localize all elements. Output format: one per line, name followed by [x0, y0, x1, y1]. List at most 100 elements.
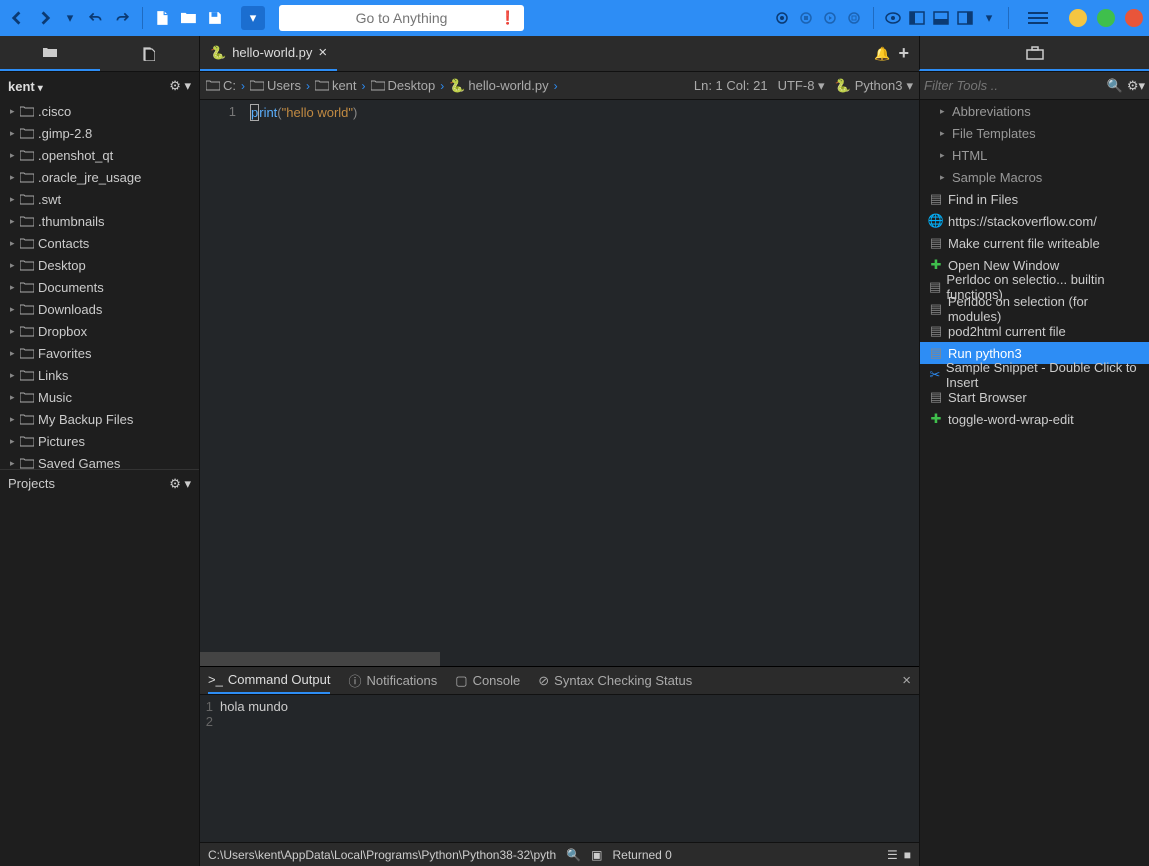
tree-folder[interactable]: ▸Saved Games [0, 452, 199, 469]
tree-folder[interactable]: ▸My Backup Files [0, 408, 199, 430]
tool-group[interactable]: ▸File Templates [920, 122, 1149, 144]
tree-folder[interactable]: ▸Music [0, 386, 199, 408]
tree-folder[interactable]: ▸Favorites [0, 342, 199, 364]
toggle-right-pane-button[interactable] [954, 7, 976, 29]
search-icon[interactable]: 🔍 [1107, 78, 1123, 94]
minimize-window-button[interactable] [1069, 9, 1087, 27]
tab-icon: >_ [208, 672, 223, 687]
close-bottom-panel-button[interactable]: × [902, 672, 911, 689]
close-window-button[interactable] [1125, 9, 1143, 27]
places-tab[interactable] [0, 36, 100, 71]
bottom-panel: >_Command Output ⓘNotifications ▢Console ⊘S… [200, 666, 919, 866]
bottom-tab-syntax-checking-status[interactable]: ⊘Syntax Checking Status [538, 667, 692, 694]
encoding-selector[interactable]: UTF-8 ▾ [778, 78, 825, 94]
stop-macro-button[interactable] [795, 7, 817, 29]
chevron-right-icon: › [554, 79, 558, 93]
language-selector[interactable]: 🐍 Python3 ▾ [835, 78, 913, 94]
folder-icon: 🐍 [449, 78, 465, 94]
places-settings-button[interactable]: ⚙ ▾ [169, 78, 191, 94]
bottom-tab-command-output[interactable]: >_Command Output [208, 667, 330, 694]
tool-item[interactable]: ▤Find in Files [920, 188, 1149, 210]
code-content[interactable]: print("hello world") [244, 100, 919, 666]
chevron-right-icon: › [241, 79, 245, 93]
breadcrumb-segment[interactable]: C: [206, 78, 236, 93]
tree-folder[interactable]: ▸.thumbnails [0, 210, 199, 232]
toggle-bottom-pane-button[interactable] [930, 7, 952, 29]
tool-group[interactable]: ▸Sample Macros [920, 166, 1149, 188]
breadcrumb-segment[interactable]: Desktop [371, 78, 436, 93]
tool-item[interactable]: 🌐https://stackoverflow.com/ [920, 210, 1149, 232]
search-output-icon[interactable]: 🔍 [566, 848, 581, 862]
new-file-button[interactable] [151, 6, 175, 30]
tool-item[interactable]: ✚toggle-word-wrap-edit [920, 408, 1149, 430]
undo-button[interactable] [84, 6, 108, 30]
close-tab-button[interactable]: × [318, 44, 327, 61]
toolbar-dropdown[interactable]: ▾ [241, 6, 265, 30]
terminal-icon[interactable]: ▣ [591, 848, 602, 862]
chevron-right-icon: › [440, 79, 444, 93]
breadcrumb-segment[interactable]: 🐍 hello-world.py [449, 78, 548, 94]
tool-group[interactable]: ▸Abbreviations [920, 100, 1149, 122]
tool-group[interactable]: ▸HTML [920, 144, 1149, 166]
breadcrumb-segment[interactable]: Users [250, 78, 301, 93]
goto-anything-input[interactable] [287, 10, 516, 26]
tree-folder[interactable]: ▸.swt [0, 188, 199, 210]
tree-folder[interactable]: ▸Downloads [0, 298, 199, 320]
code-editor[interactable]: 1 print("hello world") [200, 100, 919, 666]
redo-button[interactable] [110, 6, 134, 30]
bottom-tab-console[interactable]: ▢Console [455, 667, 520, 694]
tab-filename: hello-world.py [232, 45, 312, 60]
tree-folder[interactable]: ▸Links [0, 364, 199, 386]
tool-item[interactable]: ✂Sample Snippet - Double Click to Insert [920, 364, 1149, 386]
open-file-button[interactable] [177, 6, 201, 30]
places-user-dropdown[interactable]: kent [8, 79, 43, 94]
toolbox-tab[interactable] [919, 36, 1149, 71]
tree-folder[interactable]: ▸.openshot_qt [0, 144, 199, 166]
breadcrumb-segment[interactable]: kent [315, 78, 357, 93]
tool-item[interactable]: ▤Perldoc on selection (for modules) [920, 298, 1149, 320]
bottom-tab-notifications[interactable]: ⓘNotifications [348, 667, 437, 694]
alert-icon: ❗ [500, 10, 516, 26]
editor-tab-hello-world[interactable]: 🐍 hello-world.py × [200, 36, 337, 71]
doc-icon: ▤ [928, 345, 944, 361]
tree-folder[interactable]: ▸Contacts [0, 232, 199, 254]
main-menu-button[interactable] [1023, 6, 1053, 30]
goto-anything-search[interactable]: ❗ [279, 5, 524, 31]
projects-settings-button[interactable]: ⚙ ▾ [169, 476, 191, 492]
tree-folder[interactable]: ▸Dropbox [0, 320, 199, 342]
folder-icon [315, 80, 329, 91]
toggle-left-pane-button[interactable] [906, 7, 928, 29]
horizontal-scrollbar[interactable] [200, 652, 440, 666]
pane-options-dropdown[interactable]: ▾ [978, 7, 1000, 29]
tree-folder[interactable]: ▸Documents [0, 276, 199, 298]
tree-folder[interactable]: ▸Pictures [0, 430, 199, 452]
toolbox-filter-input[interactable] [924, 78, 1107, 93]
recent-dropdown[interactable]: ▾ [58, 6, 82, 30]
command-output-body[interactable]: 12 hola mundo [200, 695, 919, 842]
breadcrumb[interactable]: C:› Users› kent› Desktop›🐍 hello-world.p… [206, 78, 561, 94]
files-tab[interactable] [100, 36, 200, 71]
output-toggle-icon[interactable]: ■ [904, 848, 911, 862]
back-button[interactable] [6, 6, 30, 30]
file-tree[interactable]: ▸.cisco▸.gimp-2.8▸.openshot_qt▸.oracle_j… [0, 100, 199, 469]
tree-folder[interactable]: ▸.gimp-2.8 [0, 122, 199, 144]
tab-icon: ⊘ [538, 673, 549, 689]
play-macro-button[interactable] [819, 7, 841, 29]
tree-folder[interactable]: ▸Desktop [0, 254, 199, 276]
new-tab-button[interactable]: + [898, 43, 909, 64]
toolbox-list[interactable]: ▸Abbreviations▸File Templates▸HTML▸Sampl… [920, 100, 1149, 866]
save-macro-button[interactable] [843, 7, 865, 29]
focus-mode-button[interactable] [882, 7, 904, 29]
record-macro-button[interactable] [771, 7, 793, 29]
tool-item[interactable]: ▤Make current file writeable [920, 232, 1149, 254]
forward-button[interactable] [32, 6, 56, 30]
output-menu-icon[interactable]: ☰ [887, 848, 898, 862]
notifications-icon[interactable]: 🔔 [874, 46, 890, 62]
tree-folder[interactable]: ▸.cisco [0, 100, 199, 122]
maximize-window-button[interactable] [1097, 9, 1115, 27]
scissors-icon: ✂ [928, 367, 942, 383]
projects-section-label[interactable]: Projects [8, 476, 55, 491]
save-button[interactable] [203, 6, 227, 30]
toolbox-settings-button[interactable]: ⚙▾ [1127, 78, 1145, 94]
tree-folder[interactable]: ▸.oracle_jre_usage [0, 166, 199, 188]
